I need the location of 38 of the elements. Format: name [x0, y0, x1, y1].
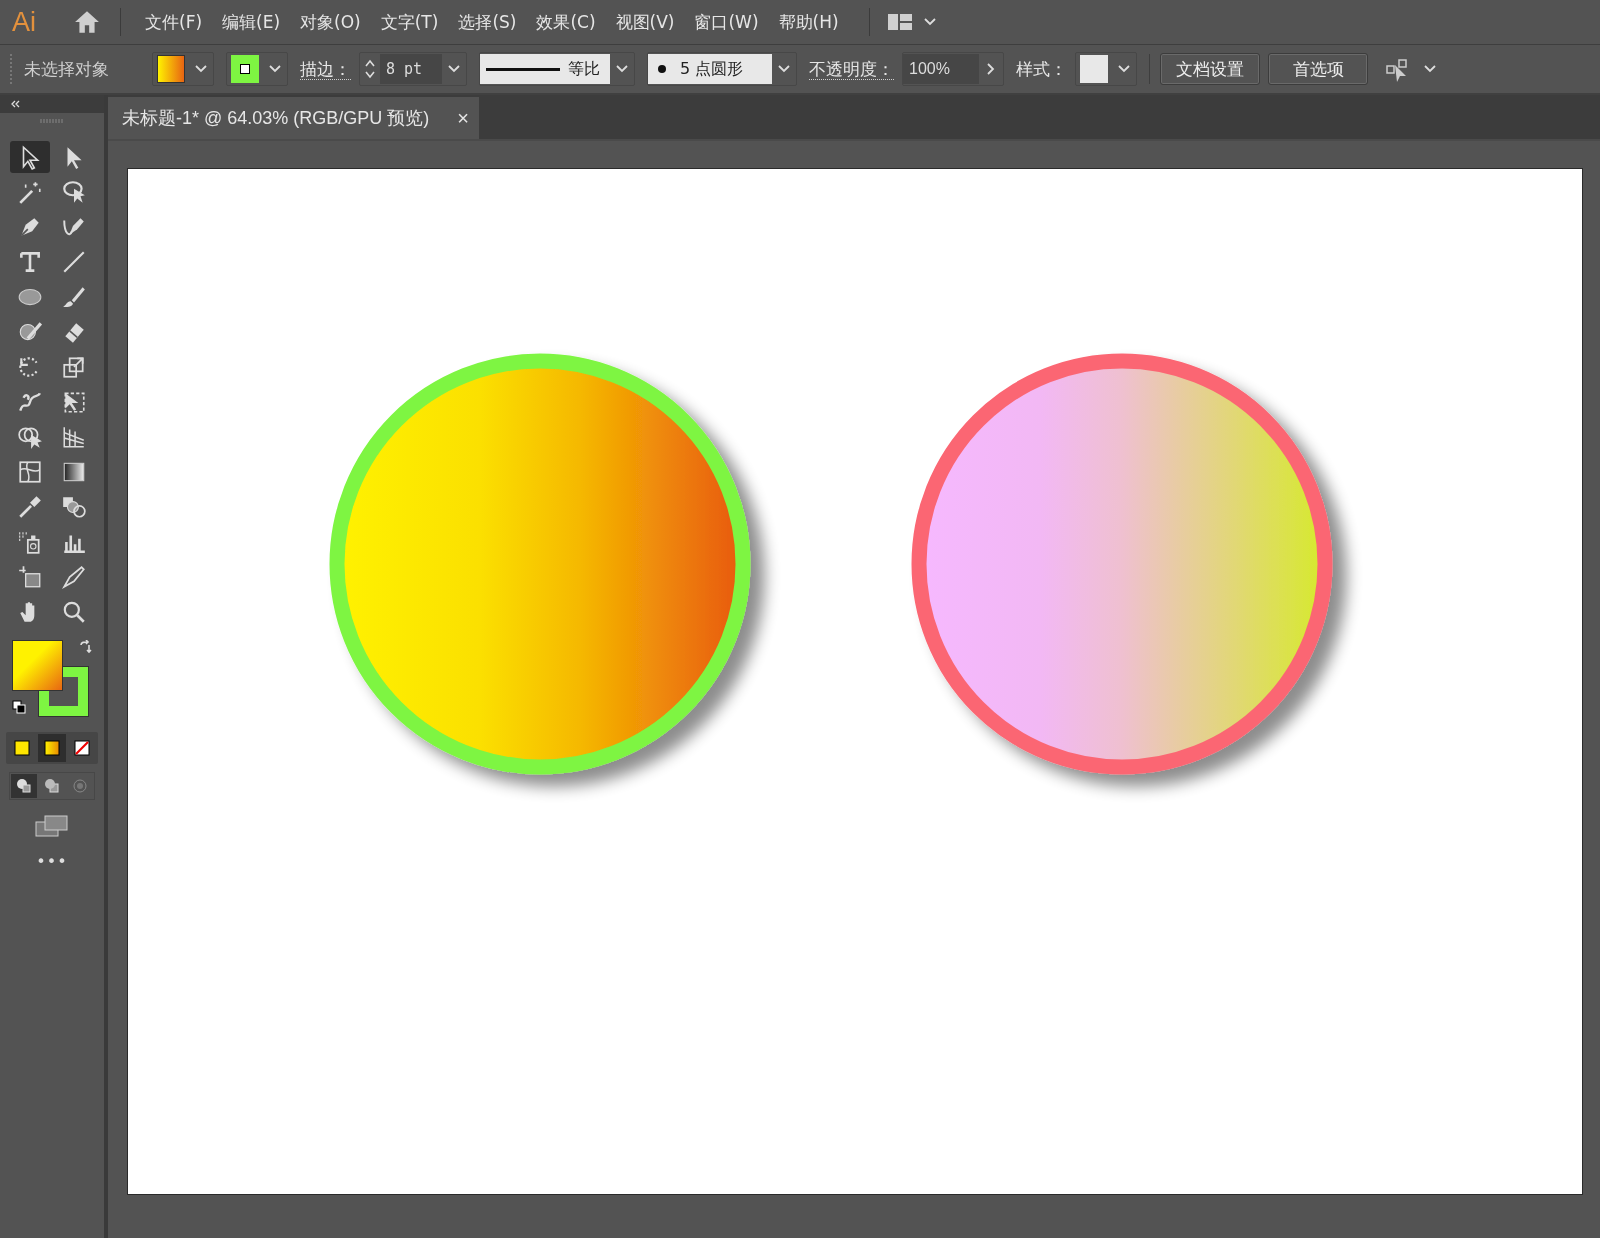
opacity-label[interactable]: 不透明度：: [809, 58, 894, 80]
document-tab[interactable]: 未标题-1* @ 64.03% (RGB/GPU 预览) ×: [108, 97, 480, 139]
more-tools-button[interactable]: •••: [36, 852, 68, 871]
draw-normal-icon[interactable]: [11, 774, 37, 798]
brush-label: 5 点圆形: [680, 58, 744, 80]
toolbar-button[interactable]: 首选项: [1268, 53, 1368, 85]
menu-item[interactable]: 文件(F): [135, 10, 213, 34]
collapse-icon[interactable]: [10, 100, 20, 108]
swap-icon[interactable]: [78, 640, 92, 654]
stroke-line-icon: [486, 67, 560, 71]
home-icon[interactable]: [74, 10, 100, 34]
menu-item[interactable]: 视图(V): [605, 10, 685, 34]
close-button[interactable]: ×: [457, 106, 470, 130]
style-label: 样式：: [1016, 57, 1067, 81]
menu-item[interactable]: 对象(O): [290, 10, 371, 34]
stroke-profile-dropdown[interactable]: 等比: [480, 54, 610, 84]
workspace-icon[interactable]: [887, 14, 912, 30]
selection-status: 未选择对象: [24, 57, 110, 81]
screen-mode-icon[interactable]: [35, 814, 69, 838]
caret-icon[interactable]: [923, 18, 936, 26]
menu-item[interactable]: 窗口(W): [684, 10, 769, 34]
fill-and-stroke-swatches[interactable]: [12, 640, 90, 718]
fill-swatch[interactable]: [157, 55, 185, 83]
brush-dropdown[interactable]: 5 点圆形: [648, 54, 772, 84]
default-colors-icon[interactable]: [12, 700, 26, 714]
stroke-label[interactable]: 描边：: [300, 58, 351, 80]
toolbar-button[interactable]: 文档设置: [1160, 53, 1260, 85]
profile-label: 等比: [568, 58, 600, 80]
menu-item[interactable]: 编辑(E): [212, 10, 291, 34]
menu-item[interactable]: 效果(C): [526, 10, 606, 34]
menu-item[interactable]: 帮助(H): [768, 10, 849, 34]
brush-dot-icon: [658, 65, 666, 73]
menu-item[interactable]: 选择(S): [448, 10, 527, 34]
menu-item[interactable]: 文字(T): [370, 10, 449, 34]
selection-tool-icon[interactable]: [10, 141, 50, 173]
style-swatch[interactable]: [1080, 55, 1108, 83]
gradient-mode-icon[interactable]: [38, 734, 66, 762]
stroke-swatch[interactable]: [231, 55, 259, 83]
